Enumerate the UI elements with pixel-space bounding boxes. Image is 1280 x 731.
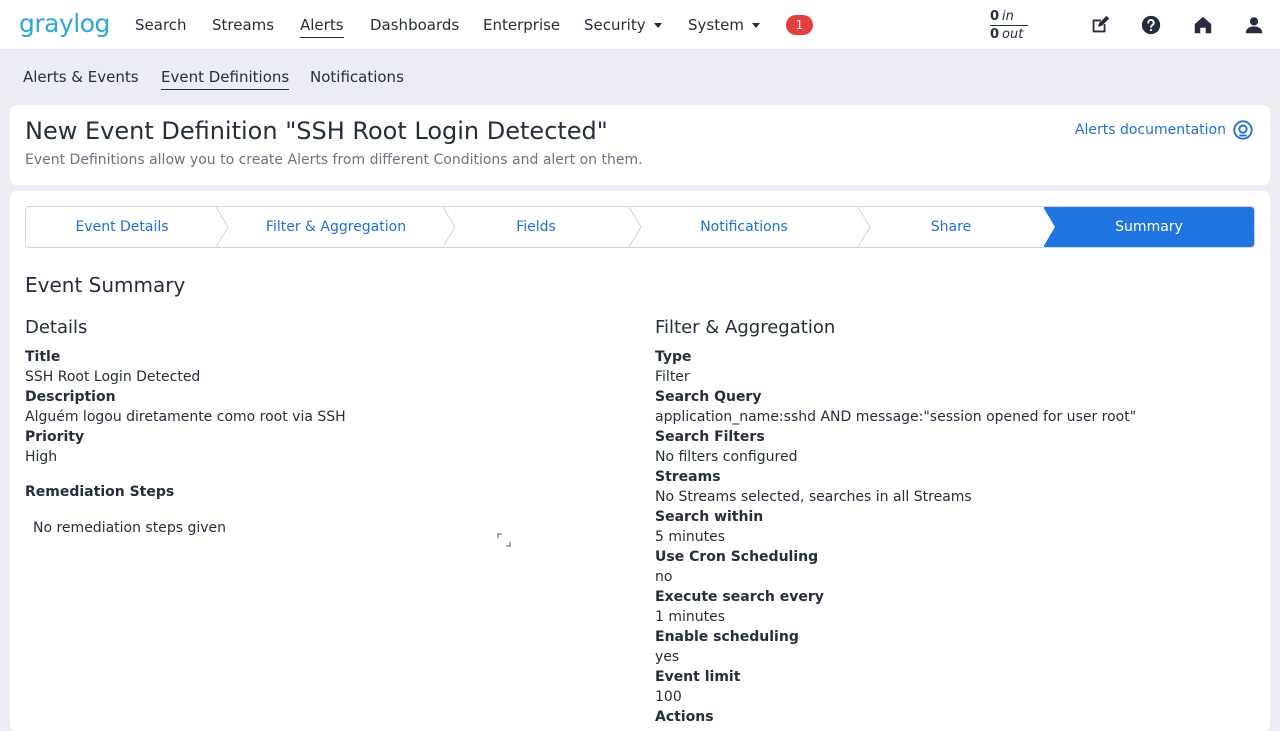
filter-aggregation-heading: Filter & Aggregation — [655, 317, 836, 338]
use-cron-scheduling-value: no — [655, 569, 673, 585]
user-icon[interactable] — [1243, 14, 1265, 36]
search-within-value: 5 minutes — [655, 529, 726, 545]
throughput-divider — [990, 25, 1028, 26]
throughput-indicator[interactable]: 0 in 0 out — [990, 9, 1032, 42]
event-definition-wizard: Event Details Filter & Aggregation Field… — [10, 191, 1270, 731]
event-limit-value: 100 — [655, 689, 682, 705]
nav-system-dropdown[interactable]: System — [688, 15, 760, 35]
nav-search[interactable]: Search — [135, 15, 187, 35]
alerts-documentation-link[interactable]: Alerts documentation — [1075, 122, 1226, 138]
nav-system-label: System — [688, 16, 744, 34]
type-label: Type — [655, 349, 692, 365]
details-heading: Details — [25, 317, 88, 338]
chevron-down-icon — [653, 23, 662, 28]
enable-scheduling-label: Enable scheduling — [655, 629, 799, 645]
step-notifications[interactable]: Notifications — [638, 207, 850, 247]
step-share[interactable]: Share — [866, 207, 1036, 247]
details-list: Title SSH Root Login Detected Descriptio… — [25, 347, 625, 538]
notification-count-badge[interactable]: 1 — [786, 15, 813, 35]
type-value: Filter — [655, 369, 690, 385]
expand-icon[interactable] — [497, 533, 511, 547]
lifebuoy-icon[interactable] — [1232, 119, 1254, 141]
home-icon[interactable] — [1192, 14, 1214, 36]
nav-security-dropdown[interactable]: Security — [584, 15, 662, 35]
enable-scheduling-value: yes — [655, 649, 680, 665]
top-navbar: graylog Search Streams Alerts Dashboards… — [0, 0, 1280, 50]
step-fields[interactable]: Fields — [451, 207, 621, 247]
step-summary[interactable]: Summary — [1044, 207, 1254, 247]
search-query-label: Search Query — [655, 389, 762, 405]
execute-search-every-value: 1 minutes — [655, 609, 726, 625]
throughput-out-label: out — [1002, 27, 1024, 42]
remediation-steps-value: No remediation steps given — [33, 520, 226, 536]
search-filters-value: No filters configured — [655, 449, 798, 465]
nav-security-label: Security — [584, 16, 646, 34]
throughput-in-value: 0 — [990, 9, 1000, 24]
filter-aggregation-list: Type Filter Search Query application_name:s… — [655, 347, 1255, 727]
event-summary-title: Event Summary — [25, 273, 186, 297]
step-event-details[interactable]: Event Details — [26, 207, 218, 247]
step-separator — [1043, 207, 1055, 247]
title-value: SSH Root Login Detected — [25, 369, 201, 385]
page-title: New Event Definition "SSH Root Login Det… — [25, 117, 608, 145]
chevron-down-icon — [751, 23, 760, 28]
streams-value: No Streams selected, searches in all Str… — [655, 489, 972, 505]
page-header-card: New Event Definition "SSH Root Login Det… — [10, 105, 1270, 185]
subnav-event-definitions[interactable]: Event Definitions — [161, 68, 290, 90]
search-filters-label: Search Filters — [655, 429, 765, 445]
subnav-notifications[interactable]: Notifications — [310, 68, 404, 86]
throughput-out-value: 0 — [990, 27, 1000, 42]
search-query-value: application_name:sshd AND message:"sessi… — [655, 409, 1137, 425]
subnav-alerts-events[interactable]: Alerts & Events — [23, 68, 139, 86]
search-within-label: Search within — [655, 509, 764, 525]
edit-icon[interactable] — [1089, 14, 1111, 36]
step-filter-aggregation[interactable]: Filter & Aggregation — [226, 207, 446, 247]
help-icon[interactable] — [1140, 14, 1162, 36]
description-label: Description — [25, 389, 116, 405]
graylog-logo[interactable]: graylog — [19, 9, 110, 38]
alerts-subnav: Alerts & Events Event Definitions Notifi… — [0, 51, 1280, 101]
use-cron-scheduling-label: Use Cron Scheduling — [655, 549, 819, 565]
streams-label: Streams — [655, 469, 721, 485]
priority-label: Priority — [25, 429, 85, 445]
event-limit-label: Event limit — [655, 669, 741, 685]
nav-enterprise[interactable]: Enterprise — [483, 15, 560, 35]
priority-value: High — [25, 449, 58, 465]
remediation-steps-label: Remediation Steps — [25, 484, 175, 500]
wizard-steps: Event Details Filter & Aggregation Field… — [25, 206, 1255, 248]
nav-streams[interactable]: Streams — [212, 15, 274, 35]
nav-alerts[interactable]: Alerts — [300, 15, 344, 38]
execute-search-every-label: Execute search every — [655, 589, 824, 605]
actions-label: Actions — [655, 709, 714, 725]
description-value: Alguém logou diretamente como root via S… — [25, 409, 346, 425]
throughput-in-label: in — [1002, 9, 1014, 24]
title-label: Title — [25, 349, 61, 365]
nav-dashboards[interactable]: Dashboards — [370, 15, 459, 35]
page-subtitle: Event Definitions allow you to create Al… — [25, 152, 643, 168]
